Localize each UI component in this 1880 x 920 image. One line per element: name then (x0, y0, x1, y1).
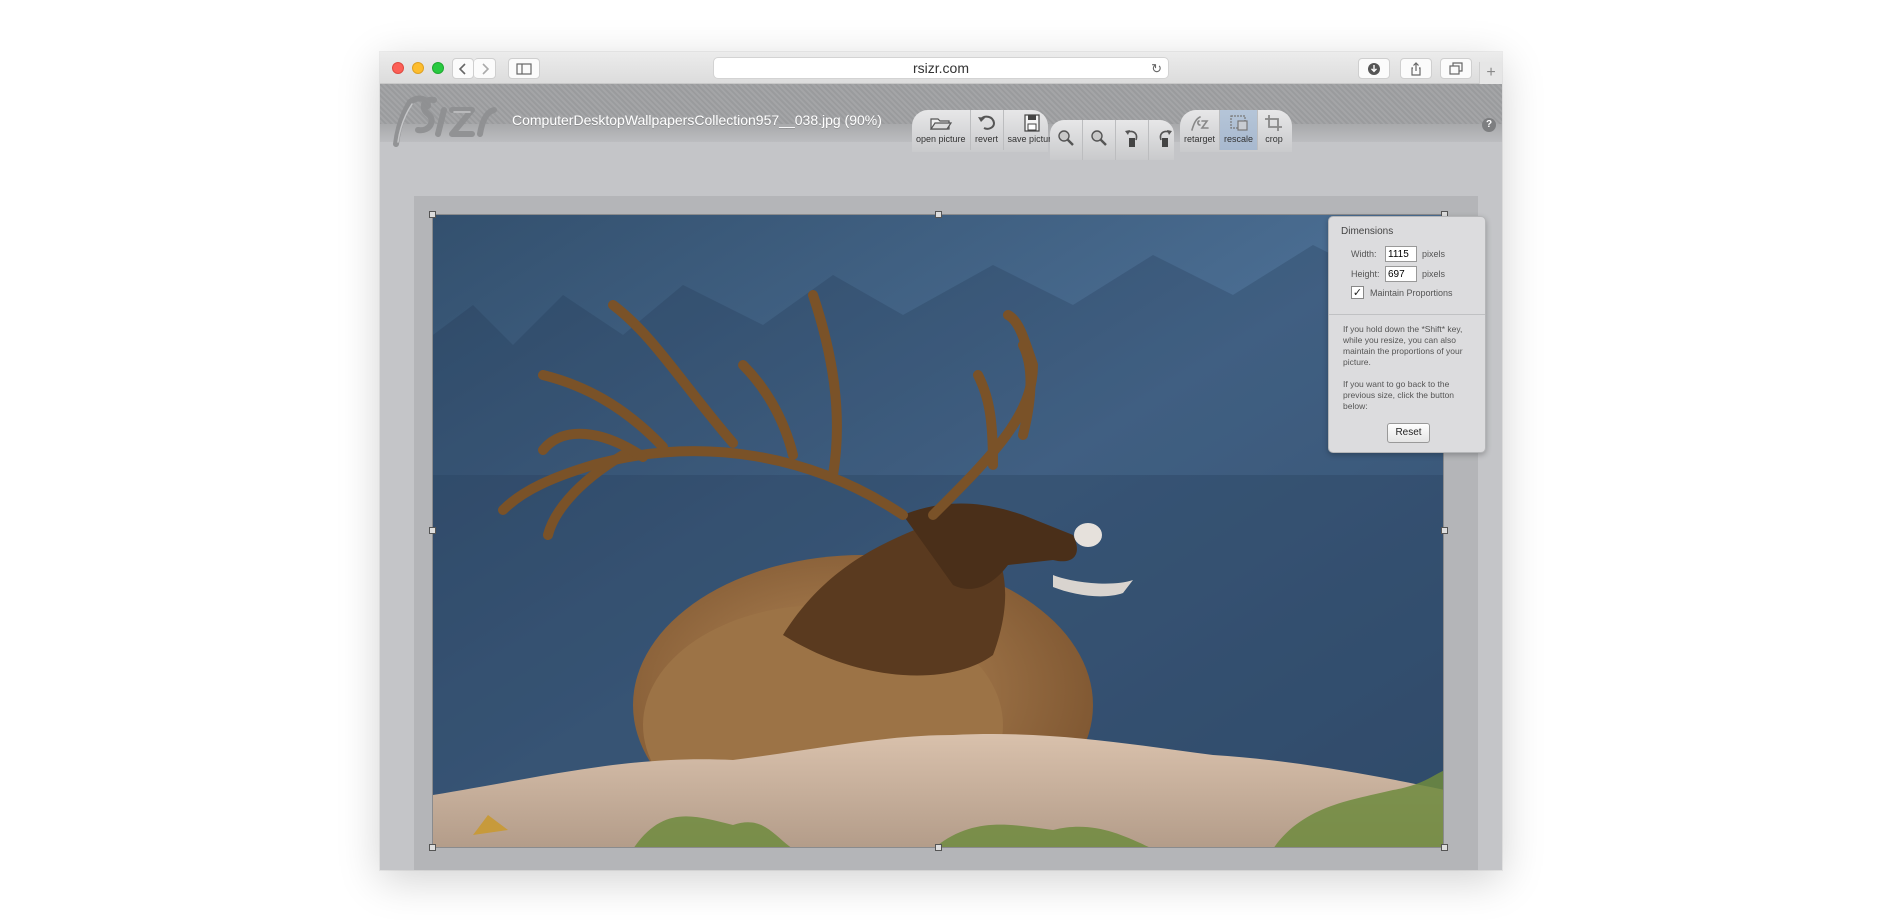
browser-window: rsizr.com ↻ + ComputerDesktopWallpapersC… (380, 52, 1502, 870)
reload-icon[interactable]: ↻ (1151, 59, 1162, 79)
dimensions-panel: Dimensions Width: pixels Height: pixels … (1328, 216, 1486, 453)
tabs-overview-button[interactable] (1440, 58, 1472, 79)
height-unit: pixels (1422, 269, 1446, 279)
resize-handle-bottom-left[interactable] (429, 844, 436, 851)
sidebar-button[interactable] (508, 58, 540, 79)
retarget-label: retarget (1184, 134, 1216, 144)
zoom-window-button[interactable] (432, 62, 444, 74)
browser-toolbar: rsizr.com ↻ + (380, 52, 1502, 84)
downloads-button[interactable] (1358, 58, 1390, 79)
reset-button[interactable]: Reset (1387, 423, 1430, 443)
crop-label: crop (1265, 134, 1283, 144)
resize-handle-top[interactable] (935, 211, 942, 218)
file-name: ComputerDesktopWallpapersCollection957__… (512, 112, 882, 128)
zoom-out-button[interactable] (1083, 120, 1116, 160)
minimize-window-button[interactable] (412, 62, 424, 74)
elk-photo[interactable] (432, 214, 1444, 848)
zoom-in-icon (1058, 130, 1074, 146)
back-button[interactable] (452, 58, 474, 79)
address-bar[interactable]: rsizr.com ↻ (713, 57, 1169, 79)
dimensions-title: Dimensions (1341, 226, 1394, 237)
sidebar-icon (516, 63, 532, 75)
rsizr-logo (393, 95, 497, 147)
maintain-proportions-checkbox[interactable]: ✓ (1351, 286, 1364, 299)
resize-handle-left[interactable] (429, 527, 436, 534)
forward-button[interactable] (474, 58, 496, 79)
resize-handle-bottom[interactable] (935, 844, 942, 851)
rescale-icon (1229, 115, 1248, 131)
zoom-out-icon (1091, 130, 1107, 146)
zoom-in-button[interactable] (1050, 120, 1083, 160)
close-window-button[interactable] (392, 62, 404, 74)
width-unit: pixels (1422, 249, 1446, 259)
help-icon[interactable]: ? (1482, 118, 1496, 132)
mode-tool-group: retarget rescale crop (1180, 110, 1292, 152)
chevron-left-icon (458, 63, 466, 75)
view-tool-group (1050, 120, 1174, 160)
resize-handle-right[interactable] (1441, 527, 1448, 534)
rescale-button[interactable]: rescale (1220, 110, 1259, 150)
file-tool-group: open picture revert save picture (912, 110, 1056, 152)
crop-button[interactable]: crop (1258, 110, 1290, 150)
open-folder-icon (929, 118, 952, 130)
revert-label: revert (975, 134, 999, 144)
share-button[interactable] (1400, 58, 1432, 79)
revert-button[interactable]: revert (971, 110, 1004, 150)
height-label: Height: (1351, 269, 1380, 279)
width-label: Width: (1351, 249, 1377, 259)
width-input[interactable] (1385, 246, 1417, 262)
reset-note: If you want to go back to the previous s… (1343, 379, 1455, 411)
rescale-label: rescale (1224, 134, 1254, 144)
rotate-right-button[interactable] (1149, 120, 1181, 160)
rotate-left-icon (1125, 130, 1138, 147)
panel-divider (1329, 314, 1485, 315)
rotate-left-button[interactable] (1116, 120, 1149, 160)
open-picture-button[interactable]: open picture (912, 110, 971, 150)
url-text: rsizr.com (913, 60, 969, 76)
download-icon (1368, 63, 1380, 75)
maintain-proportions-label: Maintain Proportions (1370, 287, 1453, 298)
resize-handle-bottom-right[interactable] (1441, 844, 1448, 851)
crop-icon (1265, 115, 1283, 131)
share-icon (1411, 62, 1421, 76)
chevron-right-icon (481, 63, 489, 75)
open-picture-label: open picture (916, 134, 966, 144)
retarget-icon (1190, 116, 1209, 131)
width-row: Width: pixels (1351, 246, 1445, 262)
maintain-proportions-row: ✓ Maintain Proportions (1351, 286, 1453, 299)
retarget-button[interactable]: retarget (1180, 110, 1221, 150)
photo-canvas (433, 215, 1443, 847)
save-picture-label: save picture (1007, 134, 1057, 144)
resize-handle-top-left[interactable] (429, 211, 436, 218)
new-tab-button[interactable]: + (1479, 62, 1502, 84)
height-row: Height: pixels (1351, 266, 1445, 282)
shift-key-note: If you hold down the *Shift* key, while … (1343, 324, 1463, 367)
save-icon (1024, 114, 1040, 132)
height-input[interactable] (1385, 266, 1417, 282)
revert-icon (977, 115, 995, 130)
tabs-icon (1449, 62, 1463, 75)
rotate-right-icon (1159, 130, 1172, 147)
